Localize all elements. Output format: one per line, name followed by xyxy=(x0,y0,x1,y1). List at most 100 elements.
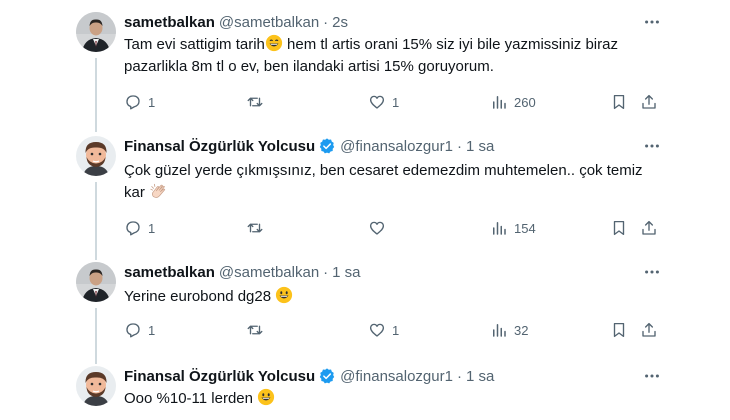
tweet-header: Finansal Özgürlük Yolcusu @finansalozgur… xyxy=(124,136,494,156)
share-icon xyxy=(642,220,656,235)
grinning-face-icon xyxy=(276,286,293,304)
tweet-text: Yerine eurobond dg28 xyxy=(124,286,664,308)
more-icon xyxy=(645,270,659,274)
verified-icon xyxy=(319,138,335,154)
separator-dot: · xyxy=(456,367,462,385)
tweet[interactable]: sametbalkan @sametbalkan · 1 sa Yerine e… xyxy=(0,252,730,356)
retweet-icon xyxy=(247,97,263,107)
views-icon xyxy=(493,96,506,109)
action-bar: 1 1 32 xyxy=(124,320,664,340)
more-button[interactable] xyxy=(642,262,662,282)
more-icon xyxy=(645,144,659,148)
like-icon xyxy=(369,221,385,235)
tweet-text: Ooo %10-11 lerden xyxy=(124,388,664,410)
share-button[interactable] xyxy=(640,320,658,340)
reply-button[interactable]: 1 xyxy=(124,92,155,112)
views-icon xyxy=(493,324,506,337)
like-count: 1 xyxy=(392,94,400,110)
author-handle[interactable]: @finansalozgur1 xyxy=(340,368,453,385)
like-icon xyxy=(369,323,385,337)
reply-icon xyxy=(126,323,140,338)
retweet-button[interactable] xyxy=(246,92,270,112)
author-name[interactable]: sametbalkan xyxy=(124,264,215,281)
share-button[interactable] xyxy=(640,218,658,238)
views-button[interactable]: 32 xyxy=(490,320,528,340)
views-button[interactable]: 260 xyxy=(490,92,536,112)
more-button[interactable] xyxy=(642,12,662,32)
person-photo-icon xyxy=(76,12,116,52)
bookmark-button[interactable] xyxy=(610,92,628,112)
tweet-text: Çok güzel yerde çıkmışsınız, ben cesaret… xyxy=(124,160,644,204)
like-count: 1 xyxy=(392,322,400,338)
views-count: 154 xyxy=(514,220,536,236)
avatar[interactable] xyxy=(76,136,116,176)
share-button[interactable] xyxy=(640,92,658,112)
bookmark-icon xyxy=(613,220,625,236)
separator-dot: · xyxy=(323,13,329,31)
reply-icon xyxy=(126,95,140,110)
bookmark-button[interactable] xyxy=(610,218,628,238)
memoji-avatar-icon xyxy=(76,366,116,406)
retweet-icon xyxy=(247,223,263,233)
verified-icon xyxy=(319,368,335,384)
more-button[interactable] xyxy=(642,136,662,156)
views-button[interactable]: 154 xyxy=(490,218,536,238)
avatar[interactable] xyxy=(76,12,116,52)
like-icon xyxy=(369,95,385,109)
tweet[interactable]: sametbalkan @sametbalkan · 2s Tam evi sa… xyxy=(0,0,730,120)
reply-count: 1 xyxy=(148,220,156,236)
grinning-face-icon xyxy=(265,34,282,52)
reply-icon xyxy=(126,221,140,236)
timestamp[interactable]: 1 sa xyxy=(466,138,494,155)
separator-dot: · xyxy=(323,263,329,281)
tweet-header: sametbalkan @sametbalkan · 2s xyxy=(124,12,348,32)
views-count: 260 xyxy=(514,94,536,110)
like-button[interactable] xyxy=(368,218,392,238)
author-name[interactable]: Finansal Özgürlük Yolcusu xyxy=(124,138,315,155)
timestamp[interactable]: 1 sa xyxy=(466,368,494,385)
reply-button[interactable]: 1 xyxy=(124,218,155,238)
tweet-text: Tam evi sattigim tarih hem tl artis oran… xyxy=(124,34,664,78)
share-icon xyxy=(642,322,656,337)
clapping-hands-icon xyxy=(150,183,166,198)
reply-count: 1 xyxy=(148,322,156,338)
author-handle[interactable]: @finansalozgur1 xyxy=(340,138,453,155)
tweet-header: sametbalkan @sametbalkan · 1 sa xyxy=(124,262,361,282)
tweet[interactable]: Finansal Özgürlük Yolcusu @finansalozgur… xyxy=(0,356,730,420)
author-handle[interactable]: @sametbalkan xyxy=(219,264,319,281)
more-button[interactable] xyxy=(642,366,662,386)
avatar[interactable] xyxy=(76,262,116,302)
reply-count: 1 xyxy=(148,94,156,110)
like-button[interactable]: 1 xyxy=(368,320,399,340)
action-bar: 1 154 xyxy=(124,218,664,238)
timestamp[interactable]: 1 sa xyxy=(332,264,360,281)
retweet-button[interactable] xyxy=(246,320,270,340)
bookmark-icon xyxy=(613,322,625,338)
share-icon xyxy=(642,94,656,109)
bookmark-icon xyxy=(613,94,625,110)
tweet[interactable]: Finansal Özgürlük Yolcusu @finansalozgur… xyxy=(0,124,730,252)
author-name[interactable]: Finansal Özgürlük Yolcusu xyxy=(124,368,315,385)
tweet-text-part: Çok güzel yerde çıkmışsınız, ben cesaret… xyxy=(124,162,643,201)
bookmark-button[interactable] xyxy=(610,320,628,340)
retweet-icon xyxy=(247,325,263,335)
tweet-text-part: Ooo %10-11 lerden xyxy=(124,390,253,407)
author-handle[interactable]: @sametbalkan xyxy=(219,14,319,31)
separator-dot: · xyxy=(456,137,462,155)
like-button[interactable]: 1 xyxy=(368,92,399,112)
memoji-avatar-icon xyxy=(76,136,116,176)
more-icon xyxy=(645,374,659,378)
tweet-header: Finansal Özgürlük Yolcusu @finansalozgur… xyxy=(124,366,494,386)
tweet-text-part: Yerine eurobond dg28 xyxy=(124,288,272,305)
retweet-button[interactable] xyxy=(246,218,270,238)
timestamp[interactable]: 2s xyxy=(332,14,348,31)
reply-button[interactable]: 1 xyxy=(124,320,155,340)
avatar[interactable] xyxy=(76,366,116,406)
views-icon xyxy=(493,222,506,235)
tweet-text-part: Tam evi sattigim tarih xyxy=(124,36,265,53)
more-icon xyxy=(645,20,659,24)
author-name[interactable]: sametbalkan xyxy=(124,14,215,31)
views-count: 32 xyxy=(514,322,529,338)
action-bar: 1 1 260 xyxy=(124,92,664,112)
grinning-face-icon xyxy=(258,388,275,406)
